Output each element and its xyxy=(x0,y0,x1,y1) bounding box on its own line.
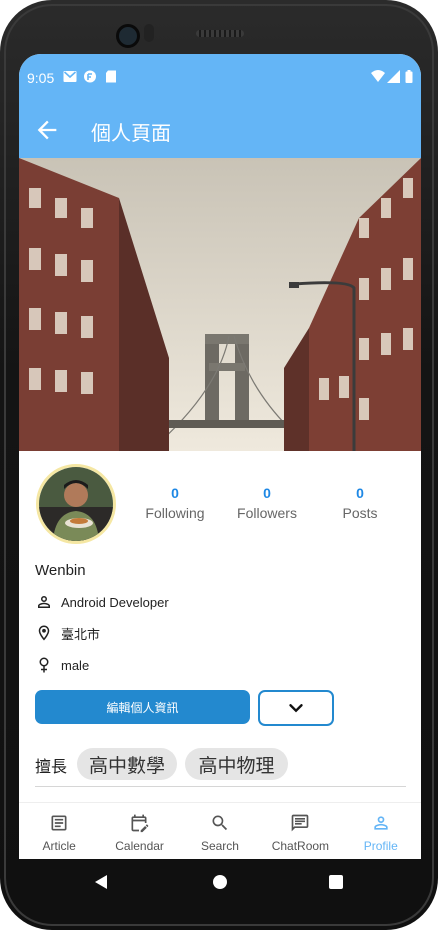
nav-label: ChatRoom xyxy=(271,839,330,853)
gender-text: male xyxy=(61,657,90,673)
skills-label: 擅長 xyxy=(35,759,68,776)
earpiece-speaker xyxy=(196,30,244,37)
status-bar: 9:05 xyxy=(19,54,421,102)
back-triangle-icon[interactable] xyxy=(95,875,107,889)
page-title: 個人頁面 xyxy=(91,123,171,145)
posts-count: 0 xyxy=(356,485,364,501)
back-arrow-icon[interactable] xyxy=(33,116,61,144)
followers-label: Followers xyxy=(237,505,297,521)
nav-calendar[interactable]: Calendar xyxy=(99,803,179,859)
expand-more-button[interactable] xyxy=(258,690,334,726)
posts-label: Posts xyxy=(342,505,378,521)
gmail-icon xyxy=(63,71,77,82)
following-label: Following xyxy=(145,505,205,521)
cellular-signal-icon xyxy=(387,70,400,83)
sd-card-icon xyxy=(106,70,116,83)
system-navigation-bar xyxy=(95,875,343,889)
screen: 9:05 個人頁面 0 Following 0 Followers 0 Post… xyxy=(19,54,421,859)
edit-profile-button[interactable]: 編輯個人資訊 xyxy=(35,690,250,724)
nav-label: Profile xyxy=(363,839,398,853)
location-row: 臺北市 xyxy=(35,623,100,643)
followers-stat[interactable]: 0 Followers xyxy=(222,485,312,521)
person-icon xyxy=(373,816,388,830)
nav-label: Calendar xyxy=(115,839,164,853)
cover-photo xyxy=(19,158,421,451)
following-stat[interactable]: 0 Following xyxy=(130,485,220,521)
nav-article[interactable]: Article xyxy=(19,803,99,859)
article-icon xyxy=(51,815,67,831)
nav-search[interactable]: Search xyxy=(180,803,260,859)
followers-count: 0 xyxy=(263,485,271,501)
posts-stat[interactable]: 0 Posts xyxy=(315,485,405,521)
front-camera xyxy=(116,24,140,48)
divider xyxy=(35,786,406,787)
recents-square-icon[interactable] xyxy=(329,875,343,889)
female-symbol-icon xyxy=(39,657,49,673)
nav-chatroom[interactable]: ChatRoom xyxy=(260,803,340,859)
job-row: Android Developer xyxy=(35,592,169,612)
calendar-edit-icon xyxy=(131,814,149,833)
sensor xyxy=(144,24,154,42)
location-text: 臺北市 xyxy=(61,626,101,642)
status-time: 9:05 xyxy=(27,70,55,86)
following-count: 0 xyxy=(171,485,179,501)
home-circle-icon[interactable] xyxy=(213,875,227,889)
nav-profile[interactable]: Profile xyxy=(341,803,421,859)
chevron-down-icon xyxy=(289,704,303,713)
person-icon xyxy=(38,596,50,608)
search-icon xyxy=(212,815,227,831)
user-name: Wenbin xyxy=(35,562,86,579)
nav-label: Search xyxy=(200,839,239,853)
gender-row: male xyxy=(35,655,89,675)
app-bar: 個人頁面 xyxy=(19,102,421,158)
nav-label: Article xyxy=(42,839,76,853)
avatar[interactable] xyxy=(36,464,116,544)
app-notification-icon xyxy=(84,70,96,83)
location-pin-icon xyxy=(38,625,50,641)
bottom-navigation: Article Calendar Search ChatRoom Profile xyxy=(19,802,421,859)
chat-icon xyxy=(291,814,309,832)
wifi-icon xyxy=(371,70,385,82)
skill-chip[interactable]: 高中數學 xyxy=(77,748,177,780)
skill-chip[interactable]: 高中物理 xyxy=(185,748,288,780)
battery-icon xyxy=(405,70,413,83)
phone-frame: 9:05 個人頁面 0 Following 0 Followers 0 Post… xyxy=(0,0,438,930)
job-title: Android Developer xyxy=(61,594,169,610)
